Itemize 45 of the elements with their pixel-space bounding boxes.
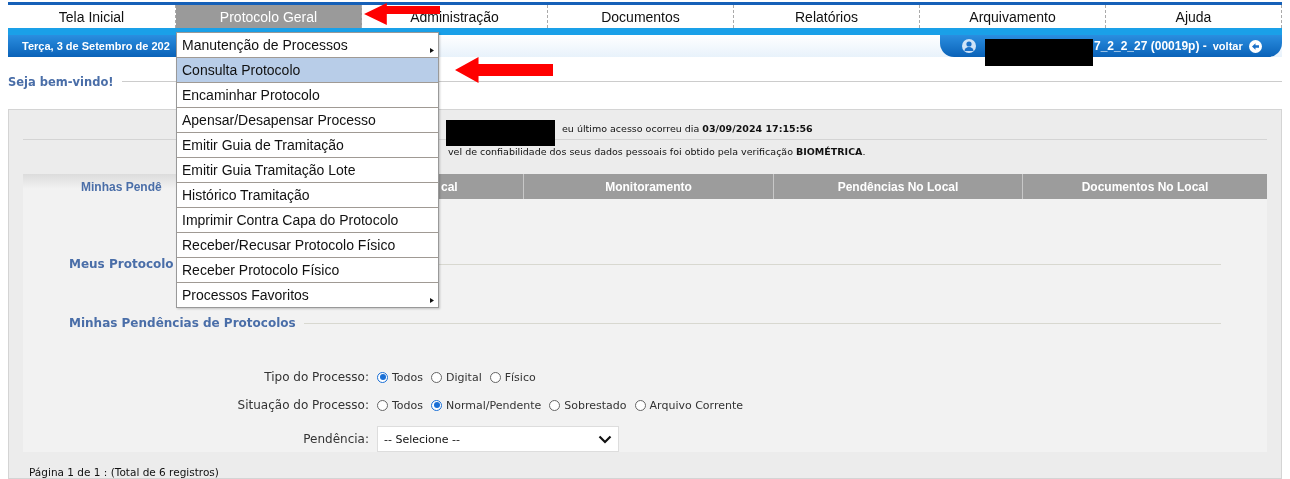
menu-item[interactable]: Consulta Protocolo (177, 58, 438, 83)
select-field[interactable]: -- Selecione -- (377, 426, 619, 452)
section-title: Minhas Pendências de Protocolos (69, 316, 296, 330)
field-label: Situação do Processo: (236, 398, 369, 412)
radio-button[interactable] (549, 399, 561, 411)
menu-item[interactable]: Encaminhar Protocolo (177, 83, 438, 108)
menu-item[interactable]: Receber Protocolo Físico (177, 258, 438, 283)
menu-item[interactable]: Emitir Guia de Tramitação (177, 133, 438, 158)
radio-label[interactable]: Normal/Pendente (446, 398, 542, 412)
chevron-down-icon (598, 434, 612, 444)
menu-item[interactable]: Emitir Guia Tramitação Lote (177, 158, 438, 183)
last-access-text: eu último acesso ocorreu dia 03/09/2024 17:15:56 (562, 123, 813, 136)
user-id: 7_2_2_27 (00019p) - (1094, 39, 1207, 53)
menu-item[interactable]: Documentos (548, 5, 734, 28)
radio-button[interactable] (431, 371, 443, 383)
tab[interactable]: Minhas Pendê (23, 174, 177, 199)
menu-item[interactable]: Imprimir Contra Capa do Protocolo (177, 208, 438, 233)
menu-item[interactable]: Processos Favoritos (177, 283, 438, 307)
radio-label[interactable]: Físico (504, 370, 536, 384)
user-icon (962, 39, 976, 53)
radio-label[interactable]: Sobrestado (564, 398, 627, 412)
radio-button[interactable] (431, 399, 443, 411)
menu-item[interactable]: Ajuda (1106, 5, 1282, 28)
menu-item[interactable]: Receber/Recusar Protocolo Físico (177, 233, 438, 258)
radio-label[interactable]: Todos (392, 370, 424, 384)
menu-item[interactable]: Arquivamento (920, 5, 1106, 28)
back-link[interactable]: voltar (1212, 40, 1243, 52)
date-label: Terça, 3 de Setembro de 202 (8, 35, 176, 57)
menu-item[interactable]: Apensar/Desapensar Processo (177, 108, 438, 133)
radio-label[interactable]: Todos (392, 398, 424, 412)
menu-item[interactable]: Relatórios (734, 5, 920, 28)
pagination-text: Página 1 de 1 : (Total de 6 registros) (29, 466, 220, 478)
radio-label[interactable]: Arquivo Corrente (649, 398, 744, 412)
menu-item[interactable]: Histórico Tramitação (177, 183, 438, 208)
radio-button[interactable] (377, 371, 388, 383)
back-arrow-icon[interactable] (1248, 39, 1262, 53)
radio-button[interactable] (489, 371, 501, 383)
verification-text: vel de confiabilidade dos seus dados pessoais foi obtido pela verificação BIOMÉTRICA. (448, 146, 866, 159)
radio-button[interactable] (377, 399, 388, 411)
section-title: Meus Protocolo (69, 257, 174, 271)
radio-button[interactable] (634, 399, 646, 411)
field-label: Pendência: (302, 432, 369, 446)
radio-label[interactable]: Digital (446, 370, 482, 384)
welcome-title: Seja bem-vindo! (8, 74, 114, 89)
field-label: Tipo do Processo: (263, 370, 369, 384)
